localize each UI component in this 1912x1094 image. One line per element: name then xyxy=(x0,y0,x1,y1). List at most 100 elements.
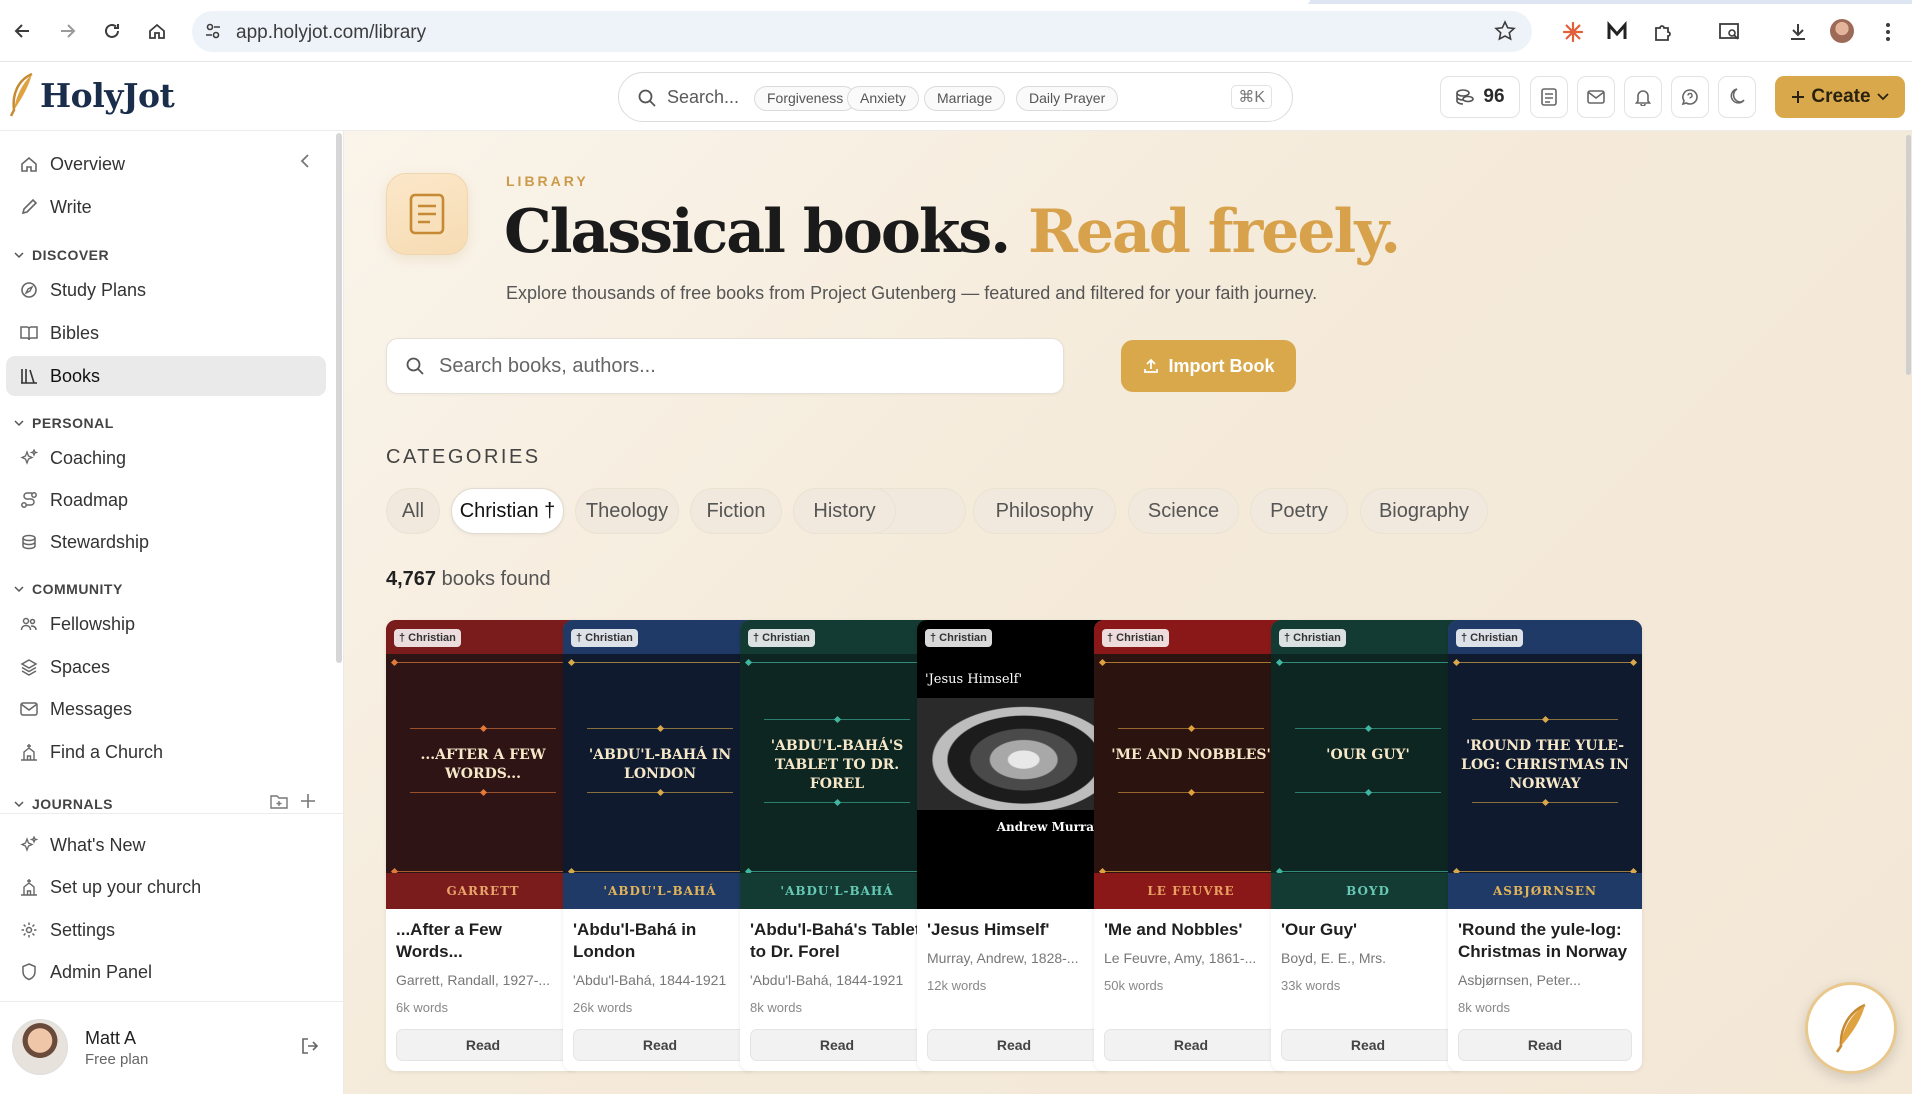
upload-icon xyxy=(1143,358,1159,374)
new-folder-icon[interactable] xyxy=(270,793,288,809)
claude-extension-icon[interactable] xyxy=(1559,18,1587,46)
read-button[interactable]: Read xyxy=(1458,1029,1632,1061)
category-poetry[interactable]: Poetry xyxy=(1250,488,1348,534)
logout-icon[interactable] xyxy=(300,1037,320,1055)
sidebar-item-messages[interactable]: Messages xyxy=(6,689,326,729)
category-all[interactable]: All xyxy=(386,488,440,534)
book-cover[interactable]: † Christian 'Abdu'l-Bahá in London 'ABDU'L… xyxy=(563,620,757,909)
category-science[interactable]: Science xyxy=(1128,488,1239,534)
book-cover[interactable]: † Christian 'Jesus Himself' Andrew Murray xyxy=(917,620,1111,909)
gear-icon xyxy=(18,919,40,941)
search-tabs-icon[interactable] xyxy=(1716,18,1744,46)
sidebar-item-write[interactable]: Write xyxy=(6,187,326,227)
sidebar-item-stewardship[interactable]: Stewardship xyxy=(6,522,326,562)
import-book-button[interactable]: Import Book xyxy=(1121,340,1296,392)
section-journals[interactable]: JOURNALS xyxy=(14,796,113,812)
add-journal-icon[interactable] xyxy=(300,793,316,809)
help-button[interactable] xyxy=(1671,76,1709,118)
sidebar-item-books[interactable]: Books xyxy=(6,356,326,396)
book-card[interactable]: † Christian 'Jesus Himself' Andrew Murray '… xyxy=(917,620,1111,1071)
book-card[interactable]: † Christian 'Abdu'l-Bahá's Tablet to Dr. … xyxy=(740,620,934,1071)
cover-ornament xyxy=(479,788,488,797)
category-theology[interactable]: Theology xyxy=(575,488,679,534)
sidebar-item-bibles[interactable]: Bibles xyxy=(6,313,326,353)
book-cover[interactable]: † Christian 'Me and Nobbles' LE FEUVRE xyxy=(1094,620,1288,909)
book-card[interactable]: † Christian 'Round the yule-log: Christma… xyxy=(1448,620,1642,1071)
sidebar-item-roadmap[interactable]: Roadmap xyxy=(6,480,326,520)
sidebar-scrollbar[interactable] xyxy=(336,133,342,663)
book-title[interactable]: 'Round the yule-log: Christmas in Norway xyxy=(1458,919,1634,963)
category-fiction[interactable]: Fiction xyxy=(690,488,782,534)
avatar[interactable] xyxy=(12,1019,68,1075)
section-community[interactable]: COMMUNITY xyxy=(14,581,123,597)
sidebar-item-fellowship[interactable]: Fellowship xyxy=(6,604,326,644)
category-philosophy[interactable]: Philosophy xyxy=(973,488,1116,534)
user-profile[interactable]: Matt A Free plan xyxy=(12,1019,332,1079)
read-button[interactable]: Read xyxy=(927,1029,1101,1061)
book-card[interactable]: † Christian 'Our Guy' BOYD 'Our Guy' Boyd, E… xyxy=(1271,620,1465,1071)
sidebar-item-admin-panel[interactable]: Admin Panel xyxy=(6,952,326,992)
reload-button[interactable] xyxy=(97,16,127,46)
theme-toggle-button[interactable] xyxy=(1718,76,1756,118)
page-scrollbar[interactable] xyxy=(1906,135,1911,375)
book-card[interactable]: † Christian 'Me and Nobbles' LE FEUVRE 'Me … xyxy=(1094,620,1288,1071)
book-title[interactable]: 'Abdu'l-Bahá's Tablet to Dr. Forel xyxy=(750,919,926,963)
write-fab-button[interactable] xyxy=(1805,982,1897,1074)
sidebar-item-study-plans[interactable]: Study Plans xyxy=(6,270,326,310)
notes-icon xyxy=(1541,88,1557,106)
read-button[interactable]: Read xyxy=(573,1029,747,1061)
bookmark-star-icon[interactable] xyxy=(1494,20,1516,42)
sidebar-item-spaces[interactable]: Spaces xyxy=(6,647,326,687)
back-button[interactable] xyxy=(8,16,38,46)
read-button[interactable]: Read xyxy=(1104,1029,1278,1061)
read-button[interactable]: Read xyxy=(396,1029,570,1061)
book-cover[interactable]: † Christian 'Abdu'l-Bahá's Tablet to Dr. … xyxy=(740,620,934,909)
forward-button[interactable] xyxy=(52,16,82,46)
search-chip-daily-prayer[interactable]: Daily Prayer xyxy=(1016,86,1119,111)
m-extension-icon[interactable] xyxy=(1603,18,1631,46)
book-title[interactable]: ...After a Few Words... xyxy=(396,919,572,963)
category-christian[interactable]: Christian † xyxy=(451,488,564,534)
sidebar-item-find-a-church[interactable]: Find a Church xyxy=(6,732,326,772)
cover-title: 'Jesus Himself' xyxy=(925,672,1023,687)
home-button[interactable] xyxy=(142,16,172,46)
section-personal[interactable]: PERSONAL xyxy=(14,415,114,431)
read-button[interactable]: Read xyxy=(1281,1029,1455,1061)
site-settings-icon[interactable] xyxy=(204,22,222,40)
sidebar-item-coaching[interactable]: Coaching xyxy=(6,438,326,478)
read-button[interactable]: Read xyxy=(750,1029,924,1061)
extensions-puzzle-icon[interactable] xyxy=(1649,18,1677,46)
downloads-icon[interactable] xyxy=(1784,18,1812,46)
search-chip-forgiveness[interactable]: Forgiveness xyxy=(754,86,857,111)
notes-button[interactable] xyxy=(1530,76,1568,118)
sidebar-item-whats-new[interactable]: What's New xyxy=(6,825,326,865)
book-cover[interactable]: † Christian 'Round the yule-log: Christma… xyxy=(1448,620,1642,909)
book-title[interactable]: 'Me and Nobbles' xyxy=(1104,919,1280,941)
create-button[interactable]: Create xyxy=(1775,76,1905,118)
global-search[interactable]: Search... Forgiveness Anxiety Marriage D… xyxy=(618,72,1293,122)
sidebar-item-overview[interactable]: Overview xyxy=(6,144,326,184)
book-cover[interactable]: † Christian 'Our Guy' BOYD xyxy=(1271,620,1465,909)
notifications-button[interactable] xyxy=(1624,76,1662,118)
address-bar[interactable]: app.holyjot.com/library xyxy=(192,11,1532,52)
sidebar-item-set-up-church[interactable]: Set up your church xyxy=(6,867,326,907)
search-chip-marriage[interactable]: Marriage xyxy=(924,86,1006,111)
inbox-button[interactable] xyxy=(1577,76,1615,118)
browser-menu-icon[interactable] xyxy=(1874,18,1902,46)
book-title[interactable]: 'Our Guy' xyxy=(1281,919,1457,941)
book-card[interactable]: † Christian ...After a Few Words... GARRET… xyxy=(386,620,580,1071)
book-title[interactable]: 'Abdu'l-Bahá in London xyxy=(573,919,749,963)
book-card[interactable]: † Christian 'Abdu'l-Bahá in London 'ABDU'L… xyxy=(563,620,757,1071)
category-biography[interactable]: Biography xyxy=(1360,488,1488,534)
holyjot-logo[interactable]: HolyJot xyxy=(8,72,175,118)
category-history[interactable]: History xyxy=(793,488,896,534)
credits-button[interactable]: 96 xyxy=(1440,76,1520,118)
section-discover[interactable]: DISCOVER xyxy=(14,247,109,263)
search-chip-anxiety[interactable]: Anxiety xyxy=(847,86,919,111)
book-search-input[interactable]: Search books, authors... xyxy=(386,338,1064,394)
profile-avatar[interactable] xyxy=(1830,19,1854,43)
chat-help-icon xyxy=(1681,88,1699,106)
book-title[interactable]: 'Jesus Himself' xyxy=(927,919,1103,941)
sidebar-item-settings[interactable]: Settings xyxy=(6,910,326,950)
book-cover[interactable]: † Christian ...After a Few Words... GARRET… xyxy=(386,620,580,909)
